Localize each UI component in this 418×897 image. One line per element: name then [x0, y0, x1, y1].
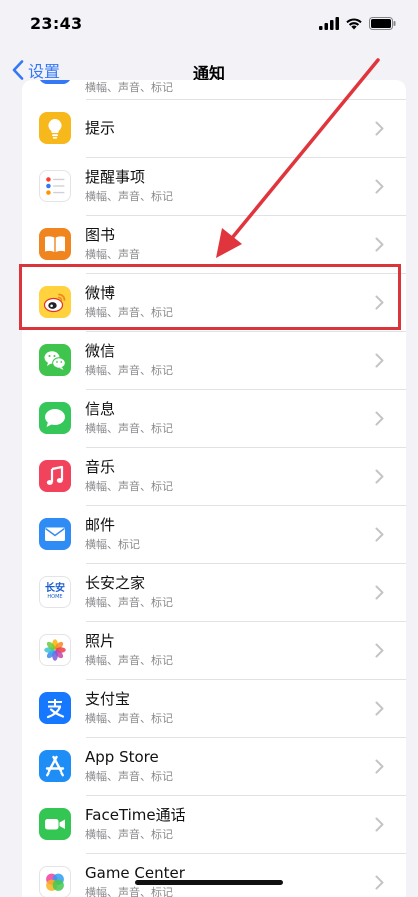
chevron-right-icon [375, 179, 384, 194]
list-item-name: App Store [85, 748, 159, 766]
notification-app-list: 横幅、声音、标记 提示 提醒事项 横幅、声音、标记 图书 横幅、声音 微博 横幅… [22, 80, 406, 897]
status-icons [319, 16, 396, 30]
list-item-changan-home[interactable]: 长安 HOME 长安之家 横幅、声音、标记 [22, 564, 406, 622]
list-item-name: 邮件 [85, 516, 116, 534]
list-item-subtitle: 横幅、声音、标记 [85, 596, 173, 609]
list-item-messages[interactable]: 信息 横幅、声音、标记 [22, 390, 406, 448]
wechat-icon [39, 344, 71, 376]
chevron-right-icon [375, 353, 384, 368]
chevron-right-icon [375, 295, 384, 310]
chevron-right-icon [375, 759, 384, 774]
tips-icon [39, 112, 71, 144]
changan-icon-text: 长安 [45, 583, 65, 594]
list-item-app-store[interactable]: App Store 横幅、声音、标记 [22, 738, 406, 796]
list-item-name: 音乐 [85, 458, 116, 476]
list-item-music[interactable]: 音乐 横幅、声音、标记 [22, 448, 406, 506]
chevron-right-icon [375, 817, 384, 832]
list-item-tips[interactable]: 提示 [22, 100, 406, 158]
reminders-icon [39, 170, 71, 202]
list-item-subtitle: 横幅、声音 [85, 248, 140, 261]
chevron-right-icon [375, 875, 384, 890]
list-item-subtitle: 横幅、声音、标记 [85, 190, 173, 203]
list-item-name: 长安之家 [85, 574, 146, 592]
chevron-right-icon [375, 527, 384, 542]
list-item-subtitle: 横幅、声音、标记 [85, 770, 173, 783]
status-bar: 23:43 [0, 0, 418, 46]
list-item-facetime[interactable]: FaceTime通话 横幅、声音、标记 [22, 796, 406, 854]
list-item-books[interactable]: 图书 横幅、声音 [22, 216, 406, 274]
list-item-subtitle: 横幅、声音、标记 [85, 828, 173, 841]
photos-icon [39, 634, 71, 666]
chevron-right-icon [375, 701, 384, 716]
home-indicator [135, 880, 283, 885]
list-item-subtitle: 横幅、声音、标记 [85, 422, 173, 435]
list-item-name: FaceTime通话 [85, 806, 186, 824]
list-item-wechat[interactable]: 微信 横幅、声音、标记 [22, 332, 406, 390]
list-item-subtitle: 横幅、标记 [85, 538, 140, 551]
chevron-right-icon [375, 469, 384, 484]
cellular-signal-icon [319, 16, 339, 30]
list-item-subtitle: 横幅、声音、标记 [85, 886, 173, 897]
game-center-icon [39, 866, 71, 897]
list-item-name: 提示 [85, 119, 116, 137]
partial-app-icon [39, 80, 71, 84]
list-item-photos[interactable]: 照片 横幅、声音、标记 [22, 622, 406, 680]
books-icon [39, 228, 71, 260]
list-item-subtitle: 横幅、声音、标记 [85, 480, 173, 493]
list-item-name: 信息 [85, 400, 116, 418]
chevron-right-icon [375, 643, 384, 658]
alipay-icon [39, 692, 71, 724]
wifi-icon [346, 17, 362, 29]
list-item-name: 提醒事项 [85, 168, 146, 186]
list-item-subtitle: 横幅、声音、标记 [85, 712, 173, 725]
app-store-icon [39, 750, 71, 782]
list-item-partial[interactable]: 横幅、声音、标记 [22, 80, 406, 100]
changan-icon-subtext: HOME [47, 594, 63, 600]
list-item-subtitle: 横幅、声音、标记 [85, 81, 173, 94]
list-item-name: 图书 [85, 226, 116, 244]
mail-icon [39, 518, 71, 550]
facetime-icon [39, 808, 71, 840]
weibo-icon [39, 286, 71, 318]
chevron-right-icon [375, 585, 384, 600]
list-item-subtitle: 横幅、声音、标记 [85, 364, 173, 377]
list-item-name: 支付宝 [85, 690, 131, 708]
list-item-name: 微信 [85, 342, 116, 360]
chevron-right-icon [375, 411, 384, 426]
list-item-weibo[interactable]: 微博 横幅、声音、标记 [22, 274, 406, 332]
list-item-name: 微博 [85, 284, 116, 302]
list-item-alipay[interactable]: 支付宝 横幅、声音、标记 [22, 680, 406, 738]
list-item-subtitle: 横幅、声音、标记 [85, 654, 173, 667]
list-item-mail[interactable]: 邮件 横幅、标记 [22, 506, 406, 564]
list-item-subtitle: 横幅、声音、标记 [85, 306, 173, 319]
status-time: 23:43 [30, 13, 83, 33]
changan-icon: 长安 HOME [39, 576, 71, 608]
list-item-game-center[interactable]: Game Center 横幅、声音、标记 [22, 854, 406, 897]
chevron-right-icon [375, 237, 384, 252]
messages-icon [39, 402, 71, 434]
music-icon [39, 460, 71, 492]
chevron-right-icon [375, 121, 384, 136]
list-item-name: 照片 [85, 632, 116, 650]
list-item-reminders[interactable]: 提醒事项 横幅、声音、标记 [22, 158, 406, 216]
battery-icon [369, 16, 396, 30]
